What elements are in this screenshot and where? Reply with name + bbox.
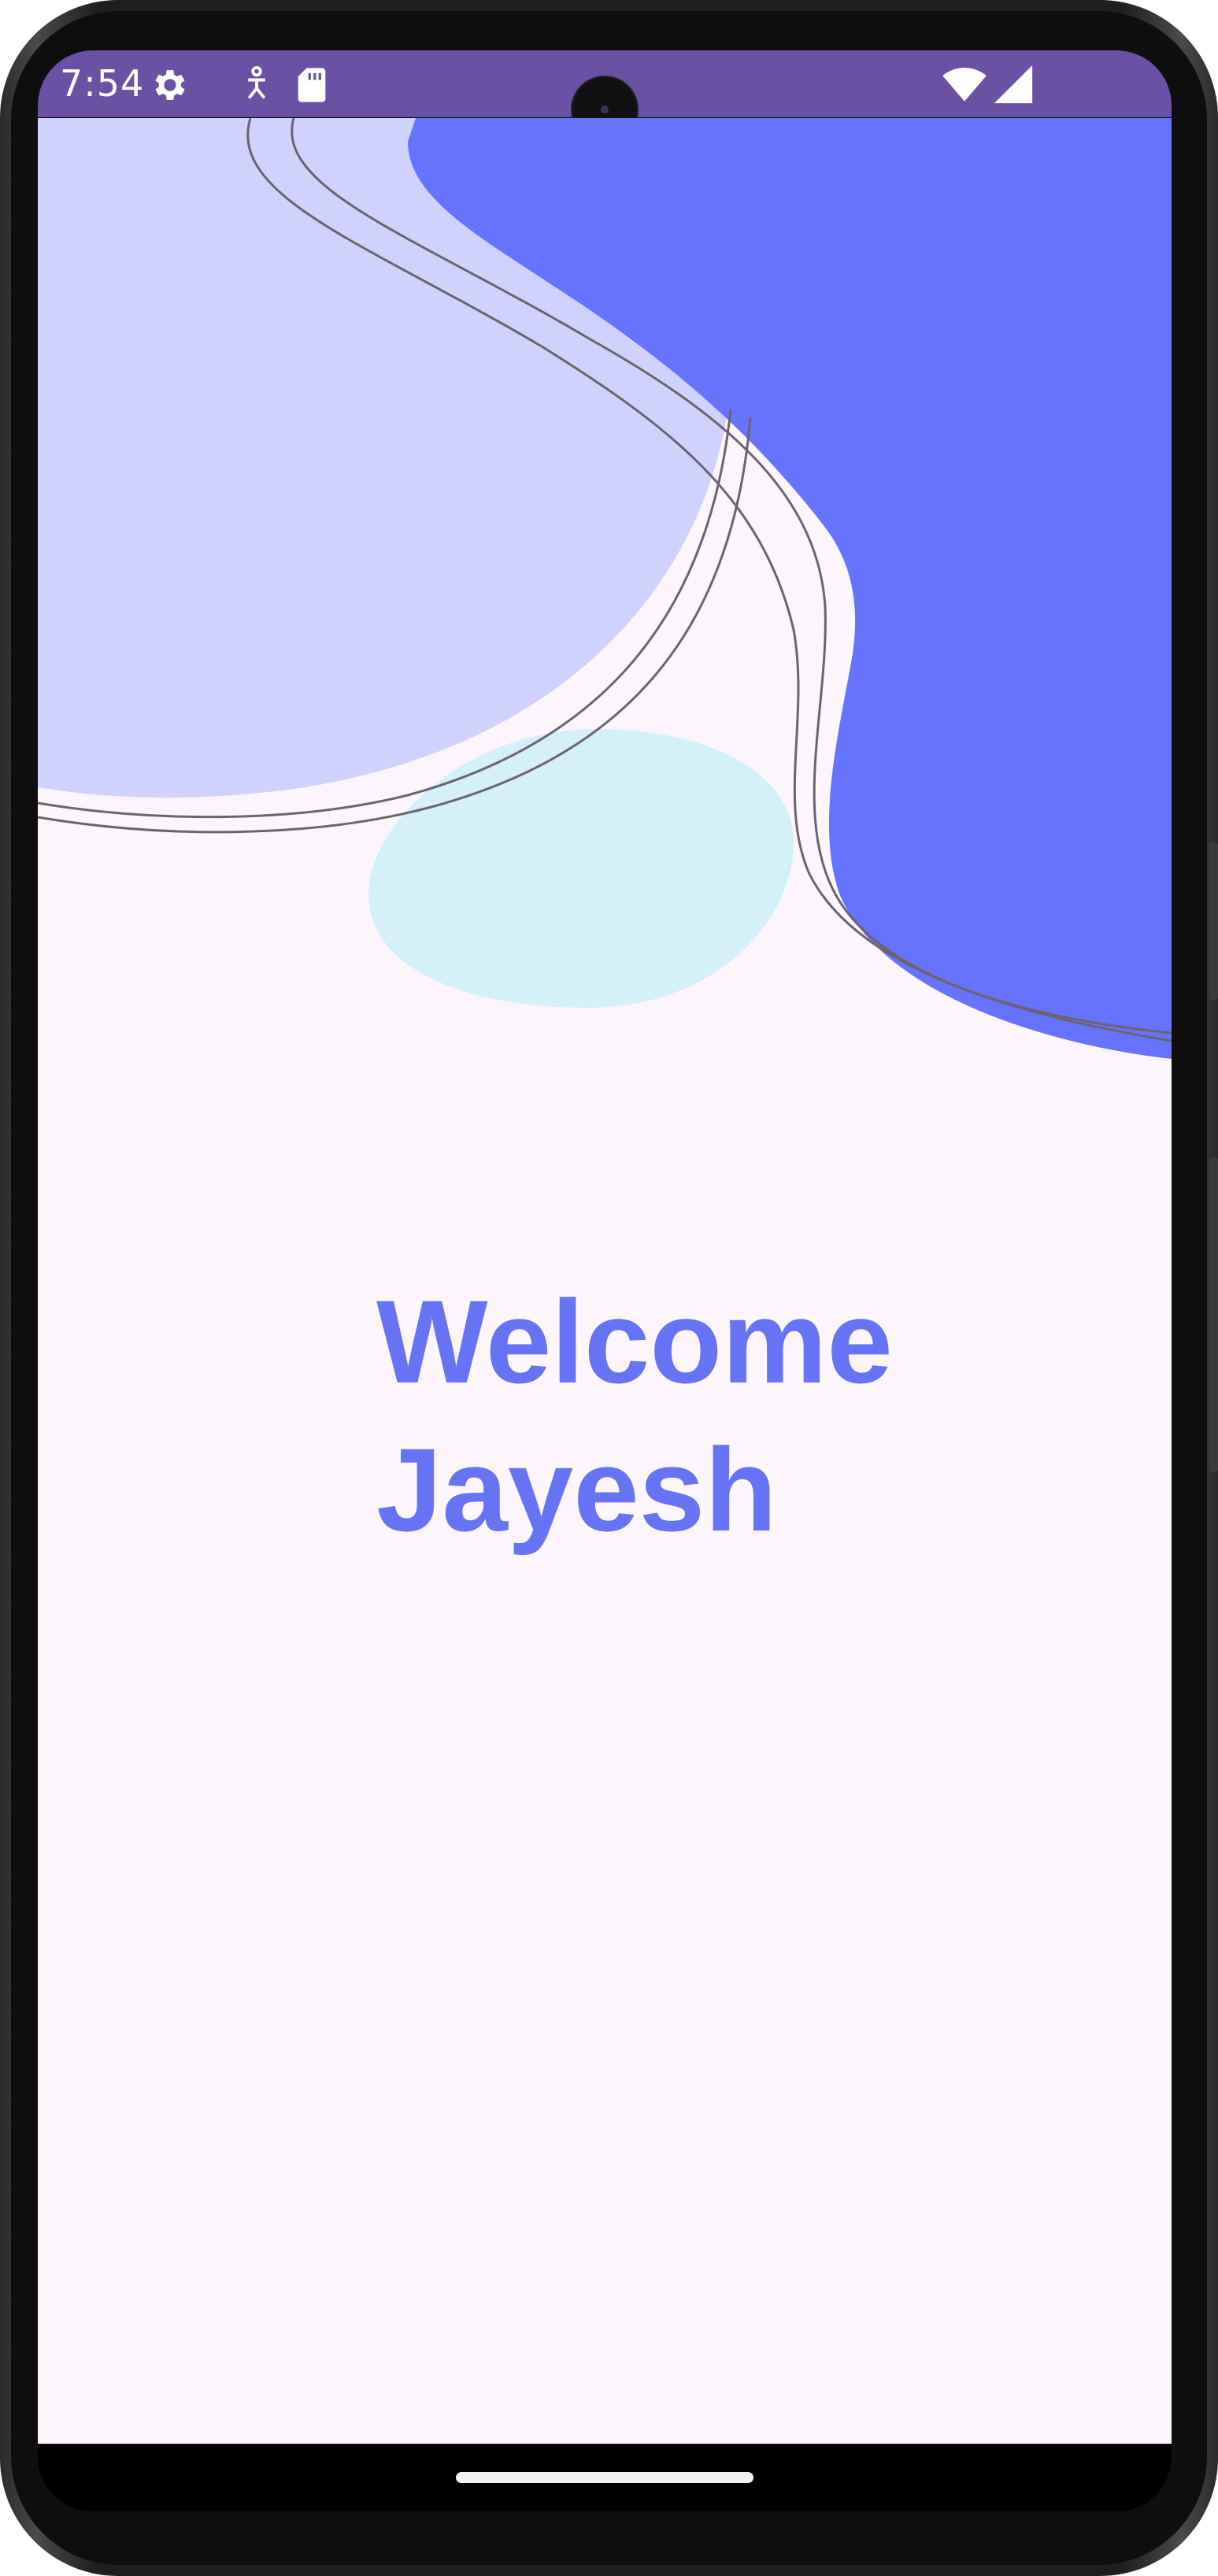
device-screen: 7:54 Welcome Jayesh (38, 50, 1172, 2511)
accessibility-person-icon (248, 65, 265, 99)
wifi-icon (942, 67, 987, 102)
welcome-screen: Welcome Jayesh (38, 118, 1172, 2444)
volume-button (1209, 842, 1218, 1000)
decorative-background-art (38, 118, 1172, 1059)
sd-card-icon (298, 68, 326, 102)
navigation-bar (38, 2444, 1172, 2511)
user-name-text: Jayesh (376, 1423, 777, 1556)
phone-frame: 7:54 Welcome Jayesh (0, 0, 1218, 2576)
status-time: 7:54 (60, 62, 145, 105)
settings-gear-icon (155, 70, 185, 100)
light-cyan-blob (368, 729, 794, 1008)
welcome-heading: Welcome Jayesh (376, 1268, 1085, 1564)
welcome-text: Welcome (376, 1275, 893, 1408)
cell-signal-icon (994, 65, 1033, 104)
home-gesture-handle[interactable] (456, 2472, 753, 2483)
power-button (1209, 1157, 1218, 1472)
